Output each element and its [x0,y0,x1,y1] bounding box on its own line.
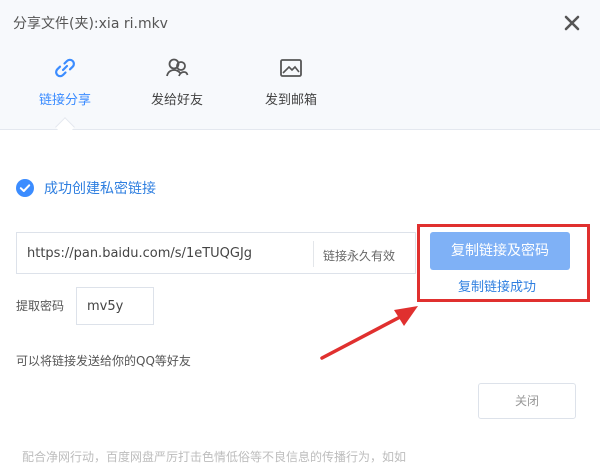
check-circle-icon [16,179,34,197]
annotation-highlight-box [417,224,590,302]
mail-icon [280,59,302,77]
dialog-header: 分享文件(夹):xia ri.mkv 链接分享 发给好友 发到邮箱 [0,0,600,137]
friends-icon [166,58,189,77]
tab-label: 链接分享 [38,93,91,108]
success-message: 成功创建私密链接 [44,181,156,197]
share-hint: 可以将链接发送给你的QQ等好友 [16,354,191,368]
close-icon[interactable] [562,13,582,33]
link-validity: 链接永久有效 [323,249,396,263]
link-icon [55,58,75,78]
password-field[interactable]: mv5y [76,287,154,325]
share-dialog: 分享文件(夹):xia ri.mkv 链接分享 发给好友 发到邮箱 成功创建私密… [0,0,600,471]
tab-link-share[interactable]: 链接分享 [20,55,110,108]
share-link-field[interactable]: https://pan.baidu.com/s/1eTUQGJg 链接永久有效 [16,232,416,274]
password-value: mv5y [87,299,124,314]
password-label: 提取密码 [16,299,65,313]
dialog-title: 分享文件(夹):xia ri.mkv [13,16,168,32]
tab-label: 发给好友 [150,93,203,108]
share-url[interactable]: https://pan.baidu.com/s/1eTUQGJg [27,246,252,261]
active-tab-caret [55,117,75,137]
tab-label: 发到邮箱 [264,93,317,108]
tab-send-email[interactable]: 发到邮箱 [246,55,336,108]
footer-notice: 配合净网行动，百度网盘严厉打击色情低俗等不良信息的传播行为，如如 [22,450,407,464]
close-button[interactable]: 关闭 [478,383,576,419]
tab-send-friends[interactable]: 发给好友 [132,55,222,108]
field-divider [313,241,314,267]
success-status: 成功创建私密链接 [16,178,156,198]
